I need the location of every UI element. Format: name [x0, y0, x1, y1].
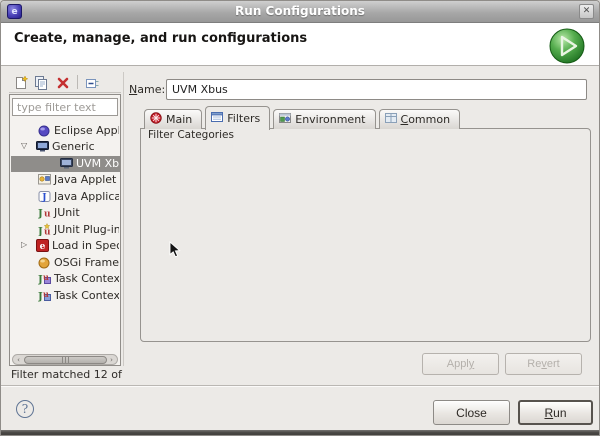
common-window-icon [384, 112, 397, 127]
task-context-plugin-icon: Ju [37, 272, 51, 286]
junit-plugin-icon: Ju [37, 223, 51, 238]
tab-filters[interactable]: Filters [205, 106, 271, 130]
name-input[interactable] [166, 79, 587, 100]
tree-item-generic[interactable]: Generic [11, 139, 119, 155]
tree-item-java-applet[interactable]: Java Applet [11, 172, 119, 188]
collapse-all-icon[interactable] [83, 74, 100, 91]
svg-text:e: e [40, 242, 46, 252]
help-icon[interactable]: ? [16, 400, 34, 418]
tab-bar: Main Filters Environment Common [144, 105, 463, 130]
filter-input[interactable] [12, 98, 118, 116]
window-bottom-frame [1, 430, 599, 435]
window-title: Run Configurations [235, 4, 365, 18]
expander-open-icon[interactable] [21, 141, 27, 150]
tree-item-task-context-plugin[interactable]: Ju Task Context Plug-in [11, 271, 119, 287]
svg-text:u: u [43, 289, 49, 299]
svg-text:J: J [38, 227, 43, 237]
svg-text:u: u [44, 210, 51, 220]
scroll-left-icon[interactable]: ‹ [14, 355, 23, 364]
applet-icon [38, 173, 51, 186]
sphere-purple-icon [38, 124, 51, 137]
java-application-icon: J [38, 190, 51, 203]
specman-red-icon: e [36, 239, 49, 252]
tree-horizontal-scrollbar[interactable]: ‹ › [12, 354, 118, 365]
run-green-circle-icon [548, 25, 586, 68]
duplicate-configuration-icon[interactable] [32, 74, 49, 91]
svg-text:u: u [43, 272, 49, 282]
tree-item-junit[interactable]: Ju JUnit [11, 205, 119, 221]
footer-separator [1, 385, 599, 387]
tree-item-junit-plugin-test[interactable]: Ju JUnit Plug-in Test [11, 222, 119, 238]
environment-icon [279, 112, 292, 127]
tab-main[interactable]: Main [144, 109, 203, 129]
title-bar[interactable]: e Run Configurations ✕ [1, 1, 599, 23]
monitor-icon [60, 157, 73, 170]
revert-button[interactable]: Re v ert [505, 353, 582, 375]
scroll-right-icon[interactable]: › [107, 355, 116, 364]
tab-environment[interactable]: Environment [273, 109, 376, 129]
svg-text:J: J [38, 209, 43, 220]
configurations-toolbar [9, 72, 121, 93]
filter-categories-label: Filter Categories [146, 129, 236, 141]
tree-item-java-application[interactable]: J Java Application [11, 189, 119, 205]
filter-status-text: Filter matched 12 of 12 [11, 368, 123, 381]
tab-common[interactable]: Common [378, 109, 461, 129]
filters-tab-content [140, 128, 591, 342]
delete-configuration-icon[interactable] [54, 74, 71, 91]
new-configuration-icon[interactable] [12, 74, 29, 91]
expander-closed-icon[interactable] [21, 240, 27, 249]
run-configurations-dialog: e Run Configurations ✕ Create, manage, a… [0, 0, 600, 436]
dialog-header: Create, manage, and run configurations [1, 23, 599, 66]
configurations-tree-panel: Eclipse Application Generic UVM Xbus Jav… [9, 94, 121, 366]
svg-text:u: u [44, 228, 51, 237]
scrollbar-thumb[interactable] [24, 355, 107, 364]
tree-item-eclipse-application[interactable]: Eclipse Application [11, 123, 119, 139]
run-button[interactable]: Run [518, 400, 593, 425]
close-button[interactable]: Close [433, 400, 510, 425]
name-label: Name: [129, 83, 166, 96]
tree-item-load-in-specman[interactable]: e Load in Specman [11, 238, 119, 254]
svg-text:J: J [41, 193, 46, 203]
sphere-orange-icon [38, 256, 51, 269]
filters-window-icon [211, 111, 224, 126]
junit-icon: Ju [37, 206, 51, 220]
toolbar-separator [77, 75, 78, 89]
dialog-header-title: Create, manage, and run configurations [14, 31, 308, 46]
mouse-cursor [169, 240, 181, 262]
window-close-icon[interactable]: ✕ [579, 4, 594, 19]
task-context-test-icon: Ju [37, 289, 51, 303]
tree-item-task-context-test[interactable]: Ju Task Context Test [11, 288, 119, 304]
apply-button[interactable]: Appl y [422, 353, 499, 375]
tree-item-uvm-xbus-selected[interactable]: UVM Xbus [11, 156, 120, 172]
tree-item-osgi-framework[interactable]: OSGi Framework [11, 255, 119, 271]
uvm-red-icon [150, 112, 162, 127]
monitor-icon [36, 140, 49, 153]
panel-sash[interactable] [123, 72, 124, 366]
